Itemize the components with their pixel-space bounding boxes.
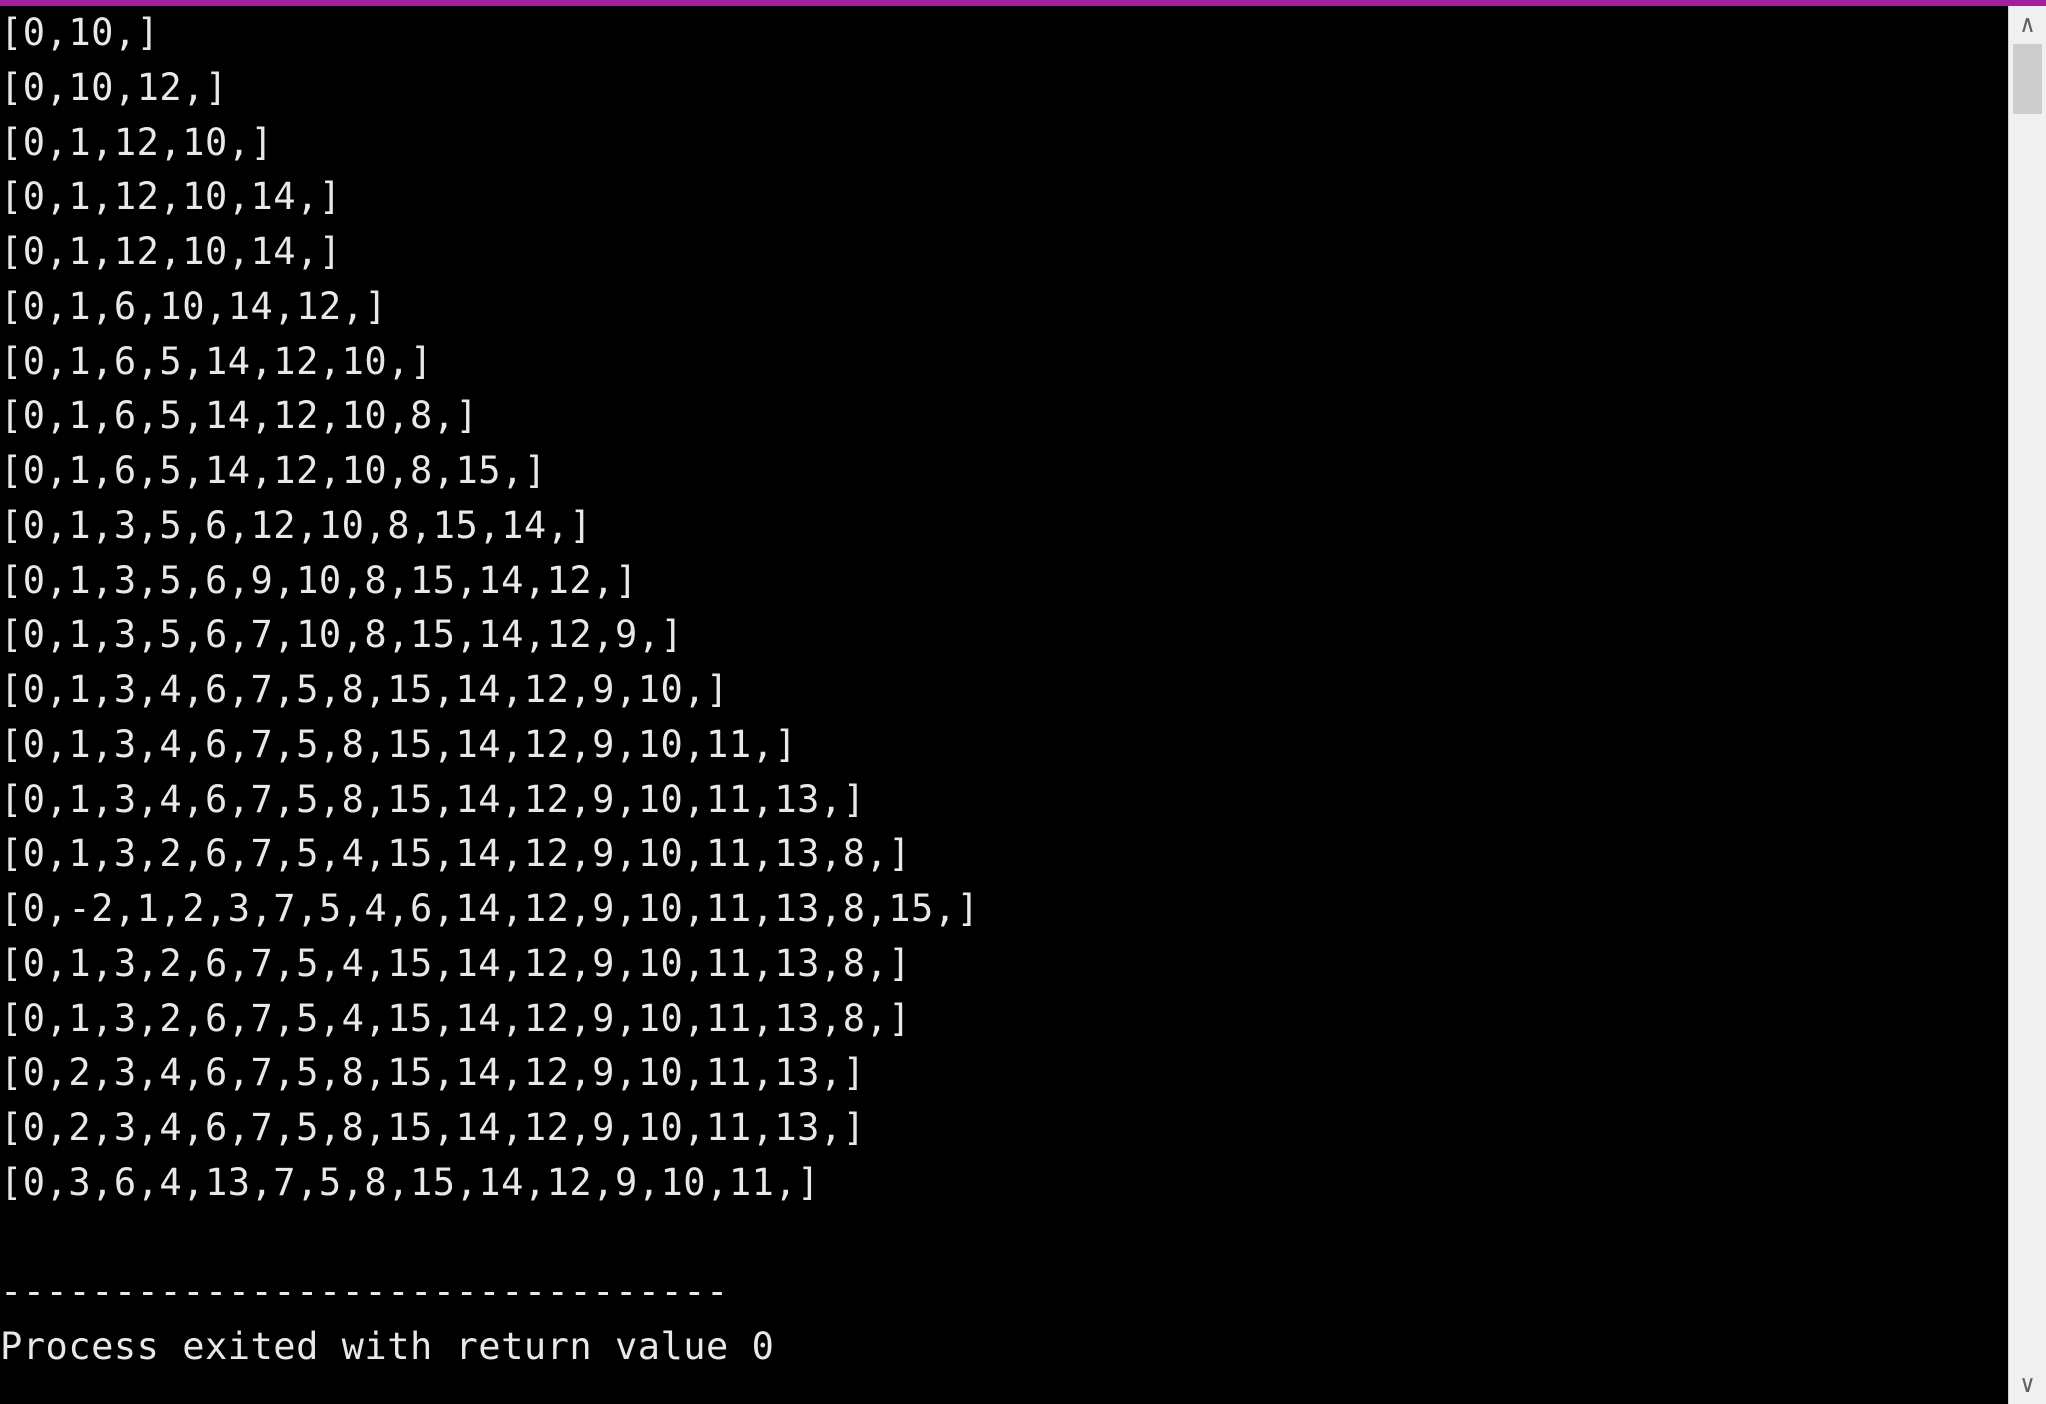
scroll-up-button[interactable]: ∧: [2009, 6, 2046, 44]
vertical-scrollbar[interactable]: ∧ ∨: [2008, 6, 2046, 1404]
console-window: [0,10,] [0,10,12,] [0,1,12,10,] [0,1,12,…: [0, 0, 2046, 1404]
scroll-track[interactable]: [2009, 44, 2046, 1366]
scroll-thumb[interactable]: [2013, 44, 2042, 114]
scroll-down-button[interactable]: ∨: [2009, 1366, 2046, 1404]
chevron-up-icon: ∧: [2020, 10, 2034, 40]
chevron-down-icon: ∨: [2020, 1370, 2034, 1400]
client-area: [0,10,] [0,10,12,] [0,1,12,10,] [0,1,12,…: [0, 6, 2046, 1404]
console-output[interactable]: [0,10,] [0,10,12,] [0,1,12,10,] [0,1,12,…: [0, 6, 2008, 1404]
